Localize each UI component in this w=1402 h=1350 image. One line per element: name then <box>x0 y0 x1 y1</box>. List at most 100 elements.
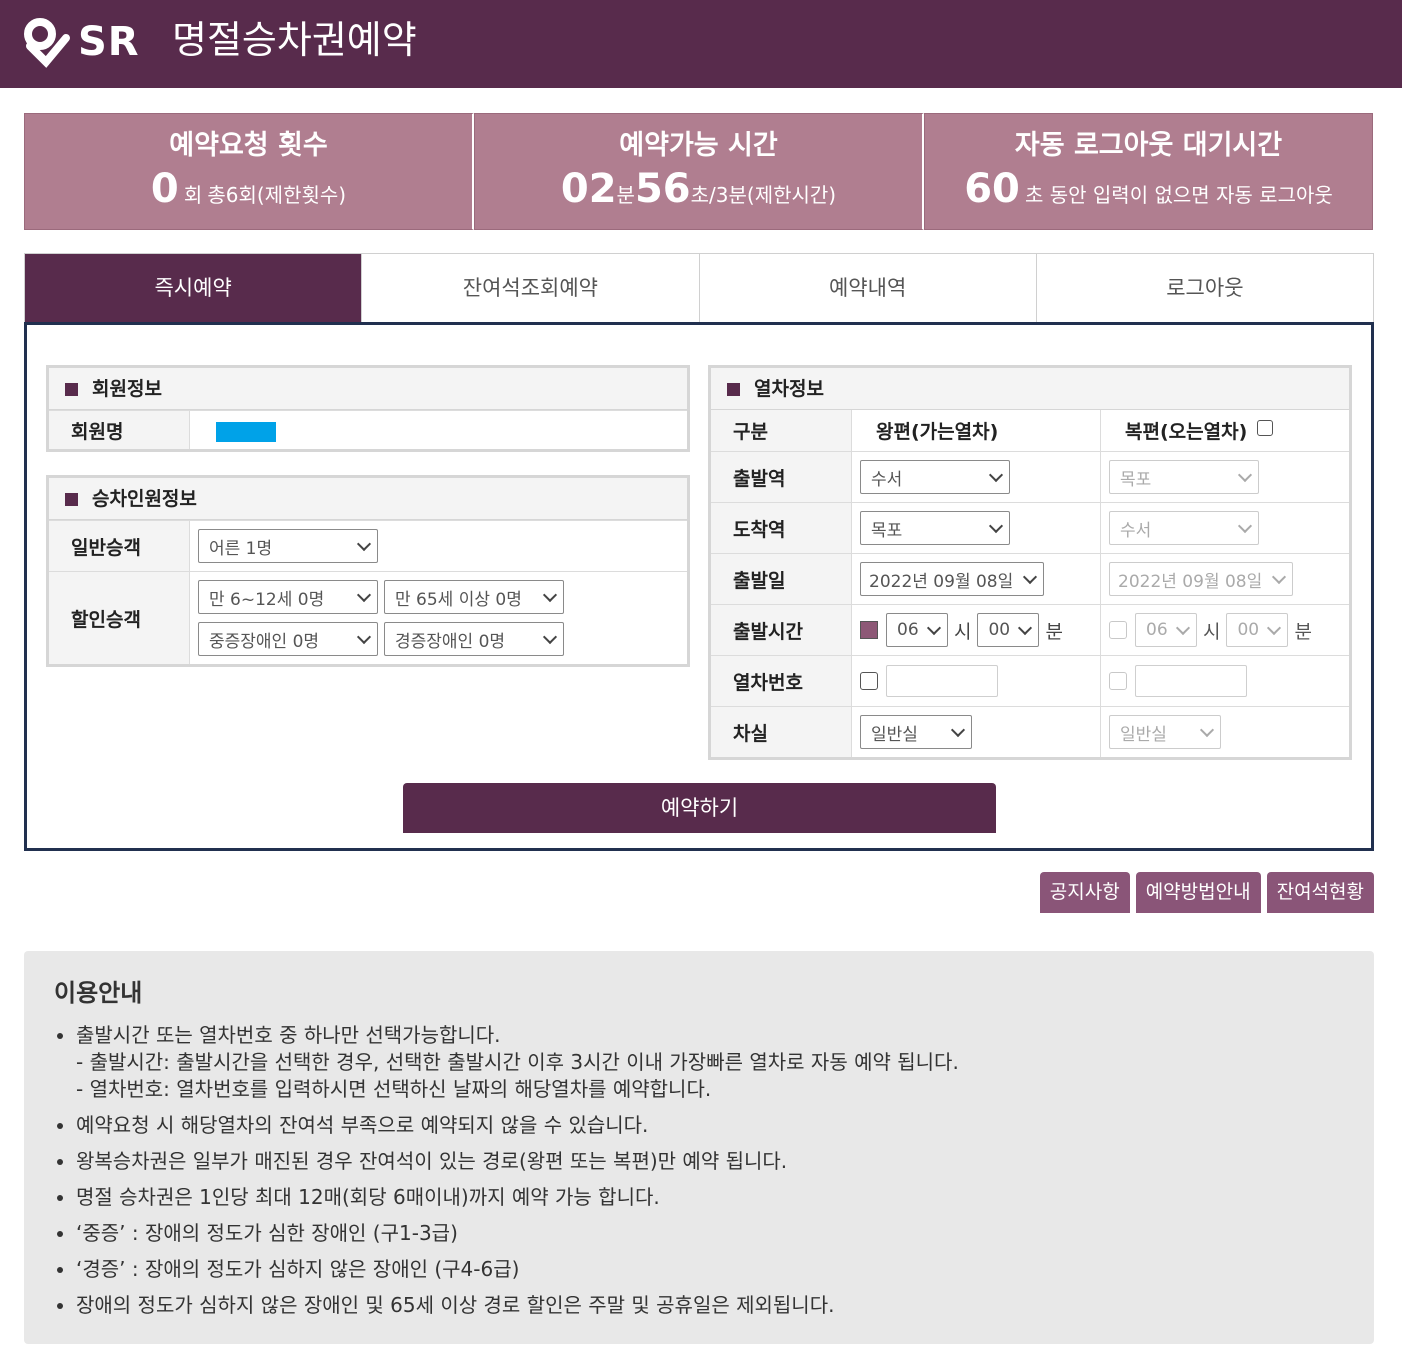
list-item: 왕복승차권은 일부가 매진된 경우 잔여석이 있는 경로(왕편 또는 복편)만 … <box>76 1148 1344 1175</box>
request-count-unit: 회 <box>183 183 203 207</box>
list-item: 출발시간 또는 열차번호 중 하나만 선택가능합니다. - 출발시간: 출발시간… <box>76 1022 1344 1103</box>
outbound-train-number-checkbox[interactable] <box>860 672 878 690</box>
member-name-label: 회원명 <box>49 411 190 449</box>
car-class-label: 차실 <box>711 706 852 757</box>
reservation-guide-button[interactable]: 예약방법안내 <box>1135 872 1261 913</box>
chevron-down-icon <box>542 587 558 602</box>
auto-logout-box: 자동 로그아웃 대기시간 60 초 동안 입력이 없으면 자동 로그아웃 <box>924 113 1373 230</box>
reserve-button[interactable]: 예약하기 <box>403 783 996 833</box>
return-arrival-select[interactable]: 수서 <box>1109 511 1259 545</box>
request-count-limit: 총6회(제한횟수) <box>207 183 347 207</box>
train-number-label: 열차번호 <box>711 655 852 706</box>
return-train-number-input[interactable] <box>1135 665 1247 697</box>
return-arrival-value: 수서 <box>1120 520 1152 541</box>
departure-time-label: 출발시간 <box>711 604 852 655</box>
return-train-number-checkbox[interactable] <box>1109 672 1127 690</box>
outbound-class-select[interactable]: 일반실 <box>860 715 972 749</box>
tab-instant-reserve[interactable]: 즉시예약 <box>25 254 363 323</box>
chevron-down-icon <box>1237 467 1253 482</box>
available-seconds: 56 <box>634 166 691 212</box>
outbound-arrival-value: 목포 <box>871 520 903 541</box>
outbound-train-number-input[interactable] <box>886 665 998 697</box>
chevron-down-icon <box>1271 569 1287 584</box>
chevron-down-icon <box>542 629 558 644</box>
return-header-label: 복편(오는열차) <box>1125 421 1248 443</box>
tab-reservation-history[interactable]: 예약내역 <box>700 254 1037 323</box>
return-date-value: 2022년 09월 08일 <box>1118 571 1263 592</box>
page-title: 명절승차권예약 <box>172 18 417 62</box>
request-count-value: 0 <box>150 166 179 212</box>
list-item: 장애의 정도가 심하지 않은 장애인 및 65세 이상 경로 할인은 주말 및 … <box>76 1292 1344 1319</box>
chevron-down-icon <box>950 722 966 737</box>
guide-subtext: - 출발시간: 출발시간을 선택한 경우, 선택한 출발시간 이후 3시간 이내… <box>76 1050 959 1074</box>
child-count-value: 만 6~12세 0명 <box>209 589 325 610</box>
square-bullet-icon <box>65 493 78 506</box>
remaining-seats-button[interactable]: 잔여석현황 <box>1266 872 1374 913</box>
auto-logout-seconds: 60 <box>964 166 1020 212</box>
guide-subtext: - 열차번호: 열차번호를 입력하시면 선택하신 날짜의 해당열차를 예약합니다… <box>76 1077 712 1101</box>
outbound-departure-value: 수서 <box>871 469 903 490</box>
return-class-select[interactable]: 일반실 <box>1109 715 1221 749</box>
auto-logout-desc: 초 동안 입력이 없으면 자동 로그아웃 <box>1024 183 1333 207</box>
usage-guide: 이용안내 출발시간 또는 열차번호 중 하나만 선택가능합니다. - 출발시간:… <box>24 951 1374 1344</box>
child-count-select[interactable]: 만 6~12세 0명 <box>198 580 378 614</box>
outbound-date-select[interactable]: 2022년 09월 08일 <box>860 562 1044 596</box>
request-count-title: 예약요청 횟수 <box>169 130 328 161</box>
return-trip-checkbox[interactable] <box>1257 419 1274 436</box>
return-hour-select[interactable]: 06 <box>1135 613 1197 647</box>
list-item: 명절 승차권은 1인당 최대 12매(회당 6매이내)까지 예약 가능 합니다. <box>76 1184 1344 1211</box>
header: SR 명절승차권예약 <box>0 0 1402 88</box>
train-col-label: 구분 <box>711 410 852 451</box>
train-info-header: 열차정보 <box>711 368 1349 410</box>
chevron-down-icon <box>356 629 372 644</box>
tab-logout[interactable]: 로그아웃 <box>1037 254 1373 323</box>
discount-passenger-label: 할인승객 <box>49 572 190 664</box>
available-minutes: 02 <box>560 166 617 212</box>
member-info-title: 회원정보 <box>92 378 162 400</box>
sr-logo-icon <box>24 18 70 68</box>
passenger-info-box: 승차인원정보 일반승객 어른 1명 할인승객 만 6~12세 0명 만 65세 … <box>46 475 690 667</box>
square-bullet-icon <box>65 383 78 396</box>
chevron-down-icon <box>1237 518 1253 533</box>
severe-disabled-count-value: 중증장애인 0명 <box>209 631 320 652</box>
tab-remaining-seat-reserve[interactable]: 잔여석조회예약 <box>362 254 700 323</box>
mild-disabled-count-value: 경증장애인 0명 <box>395 631 506 652</box>
departure-station-label: 출발역 <box>711 451 852 502</box>
notice-button[interactable]: 공지사항 <box>1039 872 1130 913</box>
return-departure-select[interactable]: 목포 <box>1109 460 1259 494</box>
chevron-down-icon <box>1175 620 1191 635</box>
member-name-value <box>190 411 687 449</box>
outbound-hour-select[interactable]: 06 <box>886 613 948 647</box>
return-hour-value: 06 <box>1146 620 1168 640</box>
list-item: ‘경증’ : 장애의 정도가 심하지 않은 장애인 (구4-6급) <box>76 1256 1344 1283</box>
return-minute-select[interactable]: 00 <box>1226 613 1289 647</box>
auto-logout-title: 자동 로그아웃 대기시간 <box>1014 130 1283 161</box>
return-time-checkbox[interactable] <box>1109 621 1127 639</box>
adult-count-select[interactable]: 어른 1명 <box>198 529 378 563</box>
chevron-down-icon <box>1018 620 1033 635</box>
return-date-select[interactable]: 2022년 09월 08일 <box>1109 562 1293 596</box>
outbound-arrival-select[interactable]: 목포 <box>860 511 1010 545</box>
outbound-time-checkbox[interactable] <box>860 621 878 639</box>
sr-logo[interactable]: SR <box>22 14 140 70</box>
mild-disabled-count-select[interactable]: 경증장애인 0명 <box>384 622 564 656</box>
reservation-panel: 회원정보 회원명 승차인원정보 일반승객 어른 1명 할인승객 만 6~12세 … <box>24 322 1374 851</box>
outbound-minute-value: 00 <box>988 620 1011 640</box>
chevron-down-icon <box>988 467 1004 482</box>
outbound-departure-select[interactable]: 수서 <box>860 460 1010 494</box>
available-time-title: 예약가능 시간 <box>619 130 778 161</box>
passenger-info-header: 승차인원정보 <box>49 478 687 520</box>
senior-count-select[interactable]: 만 65세 이상 0명 <box>384 580 564 614</box>
outbound-date-value: 2022년 09월 08일 <box>869 571 1014 592</box>
member-info-box: 회원정보 회원명 <box>46 365 690 452</box>
minutes-unit: 분 <box>616 183 635 207</box>
severe-disabled-count-select[interactable]: 중증장애인 0명 <box>198 622 378 656</box>
available-time-limit: /3분(제한시간) <box>709 183 837 207</box>
logo-text: SR <box>78 19 140 65</box>
redacted-name <box>216 422 276 442</box>
square-bullet-icon <box>727 383 740 396</box>
senior-count-value: 만 65세 이상 0명 <box>395 589 522 610</box>
outbound-minute-select[interactable]: 00 <box>977 613 1040 647</box>
status-bar: 예약요청 횟수 0 회 총6회(제한횟수) 예약가능 시간 02분56초/3분(… <box>24 113 1373 230</box>
member-info-header: 회원정보 <box>49 368 687 410</box>
